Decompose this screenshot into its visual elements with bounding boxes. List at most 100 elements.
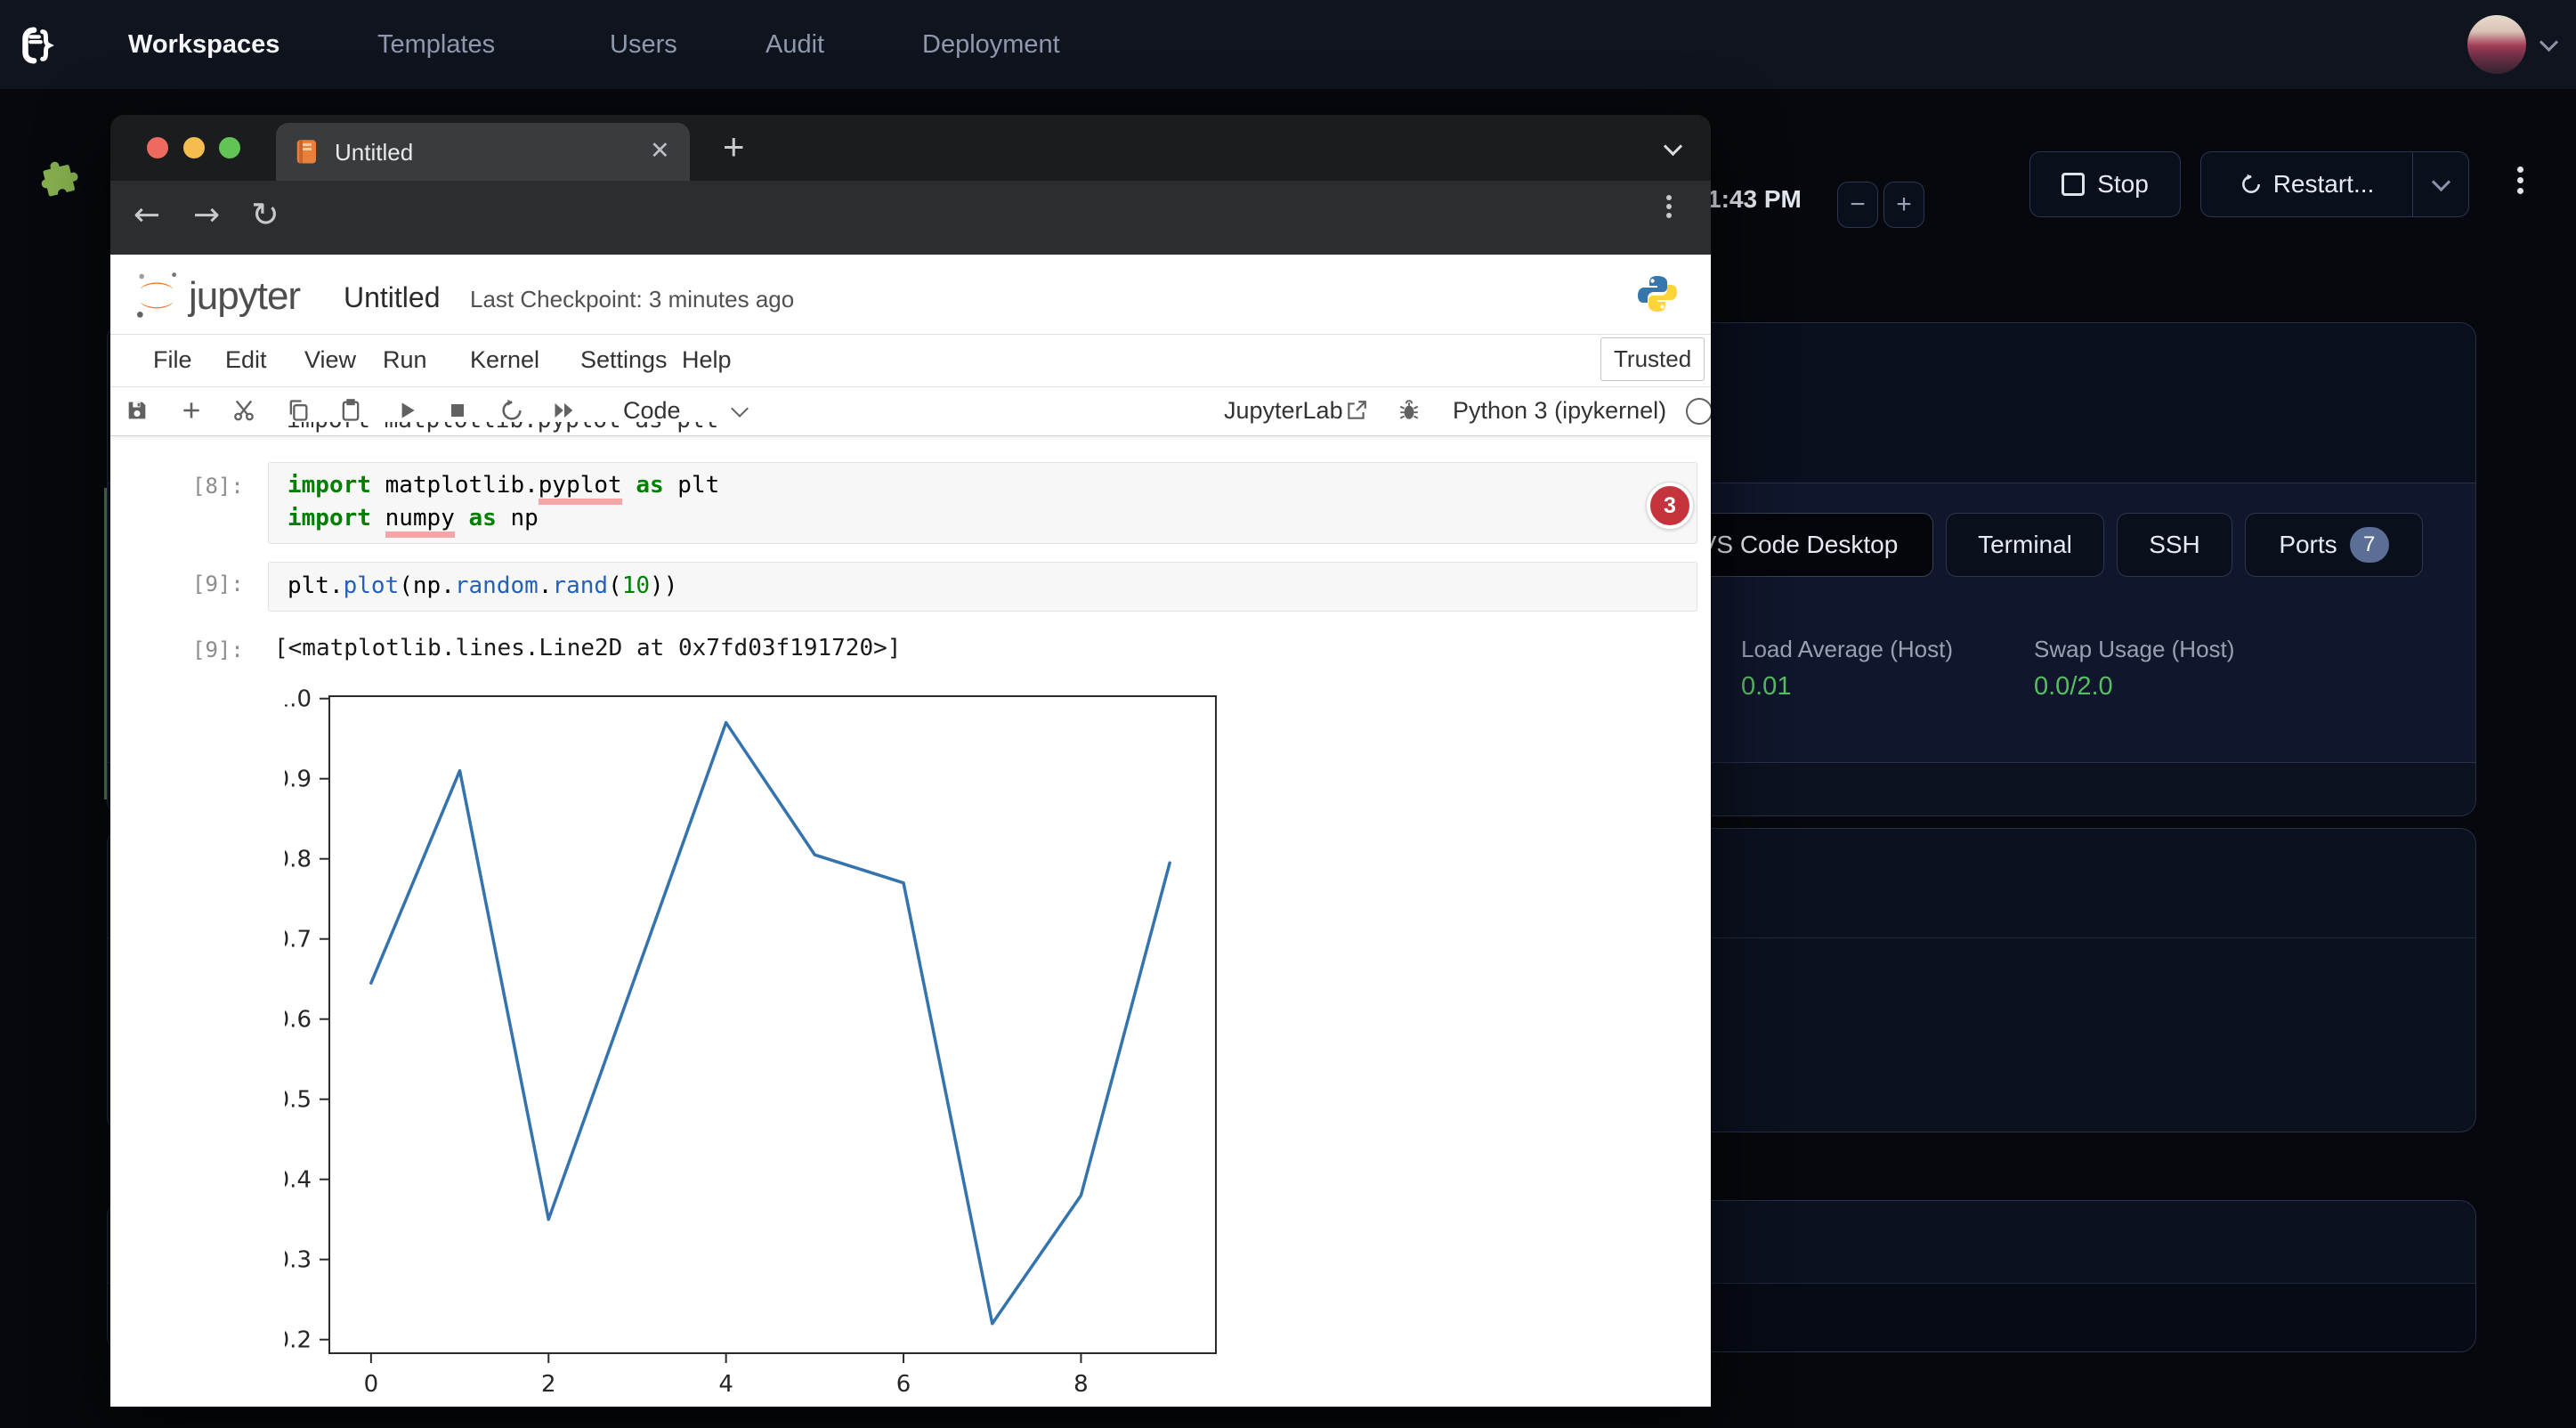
- workspace-app-puzzle-icon: [36, 158, 82, 208]
- notebook-page: jupyter Untitled Last Checkpoint: 3 minu…: [110, 255, 1711, 1407]
- save-icon[interactable]: [120, 394, 154, 427]
- nav-item-label: Audit: [766, 30, 824, 60]
- kernel-status-icon: [1686, 398, 1711, 425]
- tab-terminal[interactable]: Terminal: [1946, 513, 2104, 577]
- coder-logo-icon[interactable]: [14, 25, 57, 70]
- browser-tab[interactable]: Untitled ✕: [276, 123, 690, 181]
- nav-item-templates[interactable]: Templates: [377, 0, 495, 89]
- user-menu-chevron-down-icon[interactable]: [2540, 33, 2558, 52]
- top-nav: Workspaces Templates Users Audit Deploym…: [0, 0, 2576, 89]
- restart-button[interactable]: Restart...: [2201, 170, 2412, 199]
- trusted-button[interactable]: Trusted: [1600, 337, 1705, 381]
- restart-icon: [2240, 173, 2263, 196]
- browser-window: Untitled ✕ + ← → ↻ 5555--main--test--mat…: [110, 115, 1711, 1407]
- zoom-in-button[interactable]: +: [1883, 182, 1924, 228]
- browser-kebab-menu[interactable]: [1666, 191, 1672, 222]
- window-zoom-button[interactable]: [219, 137, 240, 158]
- python-logo-icon: [1636, 272, 1679, 320]
- stat-label: Load Average (Host): [1741, 636, 1953, 663]
- menu-settings[interactable]: Settings: [580, 346, 668, 374]
- debugger-bug-icon[interactable]: [1392, 394, 1426, 427]
- cell-prompt: [9]:: [192, 572, 239, 596]
- nav-item-label: Workspaces: [128, 30, 279, 60]
- cut-cell-icon[interactable]: [227, 394, 261, 427]
- user-avatar[interactable]: [2467, 15, 2526, 74]
- svg-text:0.6: 0.6: [285, 1007, 312, 1034]
- svg-text:0.7: 0.7: [285, 927, 312, 953]
- output-text: [<matplotlib.lines.Line2D at 0x7fd03f191…: [274, 632, 901, 665]
- browser-toolbar: ← → ↻ 5555--main--test--matifali.atif.cd…: [110, 181, 1711, 255]
- output-prompt: [9]:: [192, 637, 239, 662]
- tab-ports[interactable]: Ports 7: [2245, 513, 2423, 577]
- screen: Workspaces Templates Users Audit Deploym…: [0, 0, 2576, 1428]
- stop-button[interactable]: Stop: [2029, 151, 2181, 217]
- jupyter-favicon: [294, 137, 320, 172]
- add-cell-icon[interactable]: [174, 394, 208, 427]
- code-line: import matplotlib.pyplot as plt: [269, 463, 1697, 502]
- reload-icon[interactable]: ↻: [251, 195, 279, 234]
- tab-label: Terminal: [1978, 531, 2072, 559]
- tab-close-icon[interactable]: ✕: [650, 137, 670, 165]
- nav-item-users[interactable]: Users: [610, 0, 677, 89]
- notebook-title[interactable]: Untitled: [344, 281, 441, 314]
- restart-split-button[interactable]: Restart...: [2200, 151, 2469, 217]
- svg-text:0.4: 0.4: [285, 1167, 312, 1194]
- notebook-menubar: File Edit View Run Kernel Settings Help …: [110, 334, 1711, 387]
- matplotlib-line-chart: 0.20.30.40.50.60.70.80.91.002468: [285, 686, 1228, 1398]
- menu-kernel[interactable]: Kernel: [470, 346, 539, 374]
- jupyterlab-link[interactable]: JupyterLab: [1224, 397, 1343, 425]
- ports-count-badge: 7: [2350, 527, 2389, 563]
- restart-button-label: Restart...: [2273, 170, 2375, 199]
- svg-text:0.2: 0.2: [285, 1327, 312, 1354]
- tab-ssh[interactable]: SSH: [2117, 513, 2232, 577]
- menu-edit[interactable]: Edit: [225, 346, 267, 374]
- svg-text:0: 0: [364, 1371, 379, 1398]
- svg-text:2: 2: [541, 1371, 556, 1398]
- menu-help[interactable]: Help: [682, 346, 732, 374]
- code-line: import numpy as np: [269, 502, 1697, 535]
- workspace-kebab-menu[interactable]: [2517, 162, 2523, 199]
- forward-icon[interactable]: →: [193, 197, 220, 233]
- restart-options-chevron-down-icon[interactable]: [2412, 152, 2468, 216]
- external-link-icon[interactable]: [1340, 394, 1373, 427]
- notebook-header: jupyter Untitled Last Checkpoint: 3 minu…: [110, 255, 1711, 335]
- new-tab-button[interactable]: +: [723, 126, 745, 168]
- svg-text:4: 4: [718, 1371, 733, 1398]
- cell-type-select[interactable]: Code: [623, 397, 681, 425]
- nav-item-deployment[interactable]: Deployment: [922, 0, 1060, 89]
- browser-tabstrip: Untitled ✕ +: [110, 115, 1711, 181]
- tab-search-chevron-down-icon[interactable]: [1664, 137, 1682, 156]
- nav-item-audit[interactable]: Audit: [766, 0, 824, 89]
- code-cell[interactable]: import matplotlib.pyplot as plt import n…: [268, 462, 1697, 544]
- window-close-button[interactable]: [147, 137, 168, 158]
- svg-text:8: 8: [1073, 1371, 1089, 1398]
- tab-label: SSH: [2149, 531, 2200, 559]
- svg-text:0.3: 0.3: [285, 1247, 312, 1274]
- zoom-out-button[interactable]: −: [1837, 182, 1878, 228]
- menu-view[interactable]: View: [304, 346, 356, 374]
- cell-type-chevron-down-icon[interactable]: [731, 400, 749, 418]
- svg-text:0.8: 0.8: [285, 847, 312, 873]
- code-cell[interactable]: plt.plot(np.random.rand(10)): [268, 562, 1697, 612]
- cell-prompt: [8]:: [192, 474, 239, 499]
- stop-square-icon: [2062, 173, 2085, 196]
- window-minimize-button[interactable]: [183, 137, 205, 158]
- stat-value: 0.01: [1741, 672, 1953, 702]
- nav-item-label: Users: [610, 30, 677, 60]
- svg-text:0.9: 0.9: [285, 767, 312, 793]
- stat-label: Swap Usage (Host): [2034, 636, 2234, 663]
- stat-load-average: Load Average (Host) 0.01: [1741, 636, 1953, 702]
- code-line: plt.plot(np.random.rand(10)): [269, 563, 1697, 603]
- menu-run[interactable]: Run: [383, 346, 427, 374]
- clipped-code-line: import matplotlib.pyplot as plt: [287, 422, 718, 434]
- back-icon[interactable]: ←: [134, 197, 160, 233]
- svg-text:1.0: 1.0: [285, 686, 312, 713]
- tab-title: Untitled: [335, 139, 413, 166]
- nav-item-workspaces[interactable]: Workspaces: [128, 0, 279, 89]
- tab-label: VS Code Desktop: [1700, 531, 1899, 559]
- kernel-name[interactable]: Python 3 (ipykernel): [1453, 397, 1666, 425]
- menu-file[interactable]: File: [153, 346, 192, 374]
- kernel-restart-count-badge[interactable]: 3: [1647, 483, 1693, 529]
- stat-value: 0.0/2.0: [2034, 672, 2234, 702]
- checkpoint-status: Last Checkpoint: 3 minutes ago: [470, 286, 794, 313]
